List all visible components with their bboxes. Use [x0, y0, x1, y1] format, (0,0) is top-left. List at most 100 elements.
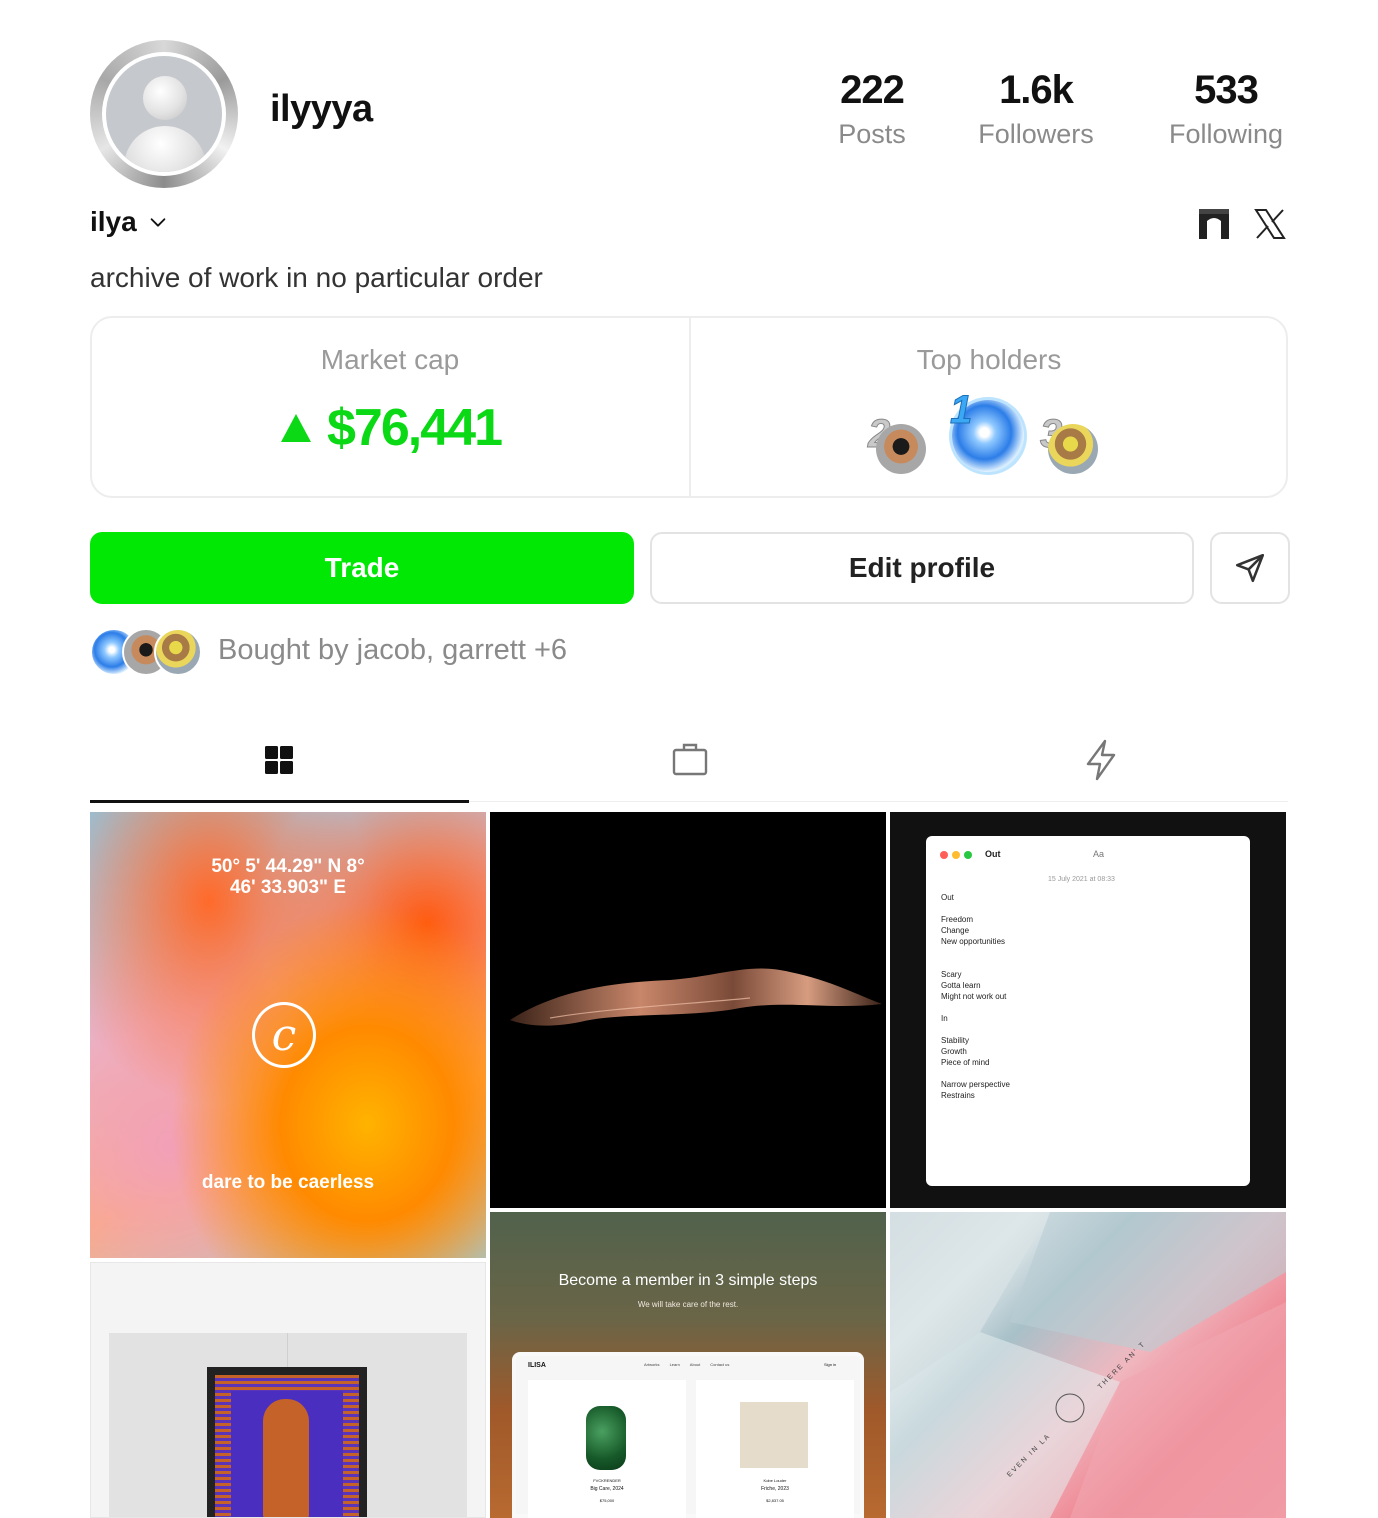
note-line: Gotta learn: [941, 981, 981, 990]
avatar-placeholder-image: [106, 56, 222, 172]
artwork-artist: FVCKRENDER: [593, 1478, 621, 1483]
buyer-avatar: [154, 628, 202, 676]
send-icon: [1235, 553, 1265, 583]
chevron-down-icon: [150, 218, 166, 227]
stat-following-label: Following: [1168, 119, 1284, 149]
stat-posts[interactable]: 222 Posts: [822, 68, 922, 150]
note-line: [941, 1024, 1010, 1035]
post-tile[interactable]: Become a member in 3 simple steps We wil…: [490, 1212, 886, 1518]
holder-rank: 1: [949, 388, 973, 433]
note-line: Freedom: [941, 915, 974, 924]
site-nav: Artworks Learn About Contact us: [644, 1362, 729, 1367]
note-line: [941, 1002, 1010, 1013]
stat-posts-label: Posts: [838, 119, 906, 149]
artwork-card: FVCKRENDER Big Care, 2024 $75,000: [528, 1380, 686, 1518]
brand-logo: c: [252, 1002, 316, 1068]
foil-packaging-image: [890, 1212, 1286, 1518]
holder-avatar: [876, 424, 926, 474]
arch-icon[interactable]: [1196, 206, 1232, 242]
avatar-body: [124, 126, 206, 172]
stat-followers-value: 1.6k: [999, 68, 1074, 112]
note-line: [941, 903, 1010, 914]
note-line: [941, 947, 1010, 958]
holder-3[interactable]: 3: [1038, 412, 1108, 476]
maximize-window-icon: [964, 851, 972, 859]
active-tab-indicator: [90, 800, 469, 803]
holder-2[interactable]: 2: [866, 412, 936, 476]
promo-subtitle: We will take care of the rest.: [637, 1300, 739, 1309]
note-line: Change: [941, 926, 970, 935]
note-line: Might not work out: [941, 992, 1007, 1001]
holder-avatar: [1048, 424, 1098, 474]
promo-headline: Become a member in 3 simple steps: [558, 1272, 818, 1289]
note-line: Scary: [941, 970, 962, 979]
display-name-switcher[interactable]: ilya: [90, 206, 169, 238]
display-name: ilya: [90, 206, 137, 237]
note-line: Growth: [941, 1047, 967, 1056]
artwork-artist: Kobe Louder: [763, 1478, 787, 1483]
site-nav-item: About: [689, 1362, 701, 1367]
grid-icon[interactable]: [259, 738, 299, 782]
post-tile[interactable]: Out Aa 15 July 2021 at 08:33 Out Freedom…: [890, 812, 1286, 1208]
profile-avatar[interactable]: [90, 40, 238, 188]
stat-following[interactable]: 533 Following: [1158, 68, 1294, 150]
site-brand: ILISA: [528, 1362, 546, 1369]
close-window-icon: [940, 851, 948, 859]
market-cap: $76,441: [90, 398, 690, 458]
trade-button[interactable]: Trade: [90, 532, 634, 604]
avatar-head: [143, 76, 187, 120]
post-tile[interactable]: THERE AN' T EVEN IN LA: [890, 1212, 1286, 1518]
avatar-inner: [102, 52, 226, 176]
stat-followers[interactable]: 1.6k Followers: [962, 68, 1110, 150]
post-tile[interactable]: [90, 1262, 486, 1518]
market-cap-value: $76,441: [327, 399, 503, 457]
artwork-price: $75,000: [599, 1498, 615, 1503]
stat-following-value: 533: [1194, 68, 1259, 112]
x-icon[interactable]: [1252, 206, 1288, 242]
post-coords: 50° 5' 44.29" N 8° 46' 33.903" E: [211, 856, 365, 898]
site-nav-item: Contact us: [710, 1362, 730, 1367]
market-cap-label: Market cap: [320, 344, 460, 375]
post-tile[interactable]: [490, 812, 886, 1208]
notes-date: 15 July 2021 at 08:33: [1048, 876, 1115, 883]
share-button[interactable]: [1210, 532, 1290, 604]
artwork-price: $2,837.05: [766, 1498, 784, 1503]
artwork-thumbnail: [740, 1402, 808, 1468]
holder-1[interactable]: 1: [946, 388, 1030, 476]
site-nav-item: Learn: [669, 1362, 680, 1367]
stat-posts-value: 222: [840, 68, 905, 112]
note-line: [941, 958, 1010, 969]
artwork-card: Kobe Louder Friche, 2023 $2,837.05: [696, 1380, 854, 1518]
artwork-thumbnail: [586, 1406, 626, 1470]
sculpture-render-image: [510, 968, 882, 1026]
post-tile[interactable]: 50° 5' 44.29" N 8° 46' 33.903" E c dare …: [90, 812, 486, 1258]
note-line: Narrow perspective: [941, 1080, 1010, 1089]
site-signin: Sign in: [824, 1362, 837, 1367]
site-nav-item: Artworks: [644, 1362, 660, 1367]
bought-by-text[interactable]: Bought by jacob, garrett +6: [218, 634, 567, 667]
trend-up-icon: [281, 414, 312, 442]
website-mockup: ILISA Artworks Learn About Contact us Si…: [512, 1352, 864, 1518]
font-format-icon: Aa: [1093, 849, 1105, 859]
notes-window: Out Aa 15 July 2021 at 08:33 Out Freedom…: [926, 836, 1250, 1186]
lightning-icon[interactable]: [1081, 738, 1121, 782]
artwork-title: Big Care, 2024: [590, 1486, 624, 1492]
post-tagline: dare to be caerless: [201, 1172, 375, 1193]
stat-followers-label: Followers: [978, 119, 1094, 149]
note-line: New opportunities: [941, 937, 1006, 946]
note-line: Piece of mind: [941, 1058, 990, 1067]
edit-profile-button[interactable]: Edit profile: [650, 532, 1194, 604]
note-line: Stability: [941, 1036, 970, 1045]
note-line: Out: [941, 893, 954, 902]
poster-figure: [263, 1399, 309, 1517]
note-line: Restrains: [941, 1091, 975, 1100]
top-holders-label: Top holders: [916, 344, 1062, 375]
bag-icon[interactable]: [670, 738, 710, 782]
note-line: [941, 1068, 1010, 1079]
notes-body: Out Freedom Change New opportunities Sca…: [941, 892, 1010, 1101]
minimize-window-icon: [952, 851, 960, 859]
note-line: In: [941, 1014, 948, 1023]
username: ilyyya: [270, 88, 373, 130]
artwork-title: Friche, 2023: [761, 1486, 789, 1492]
bio: archive of work in no particular order: [90, 262, 543, 293]
